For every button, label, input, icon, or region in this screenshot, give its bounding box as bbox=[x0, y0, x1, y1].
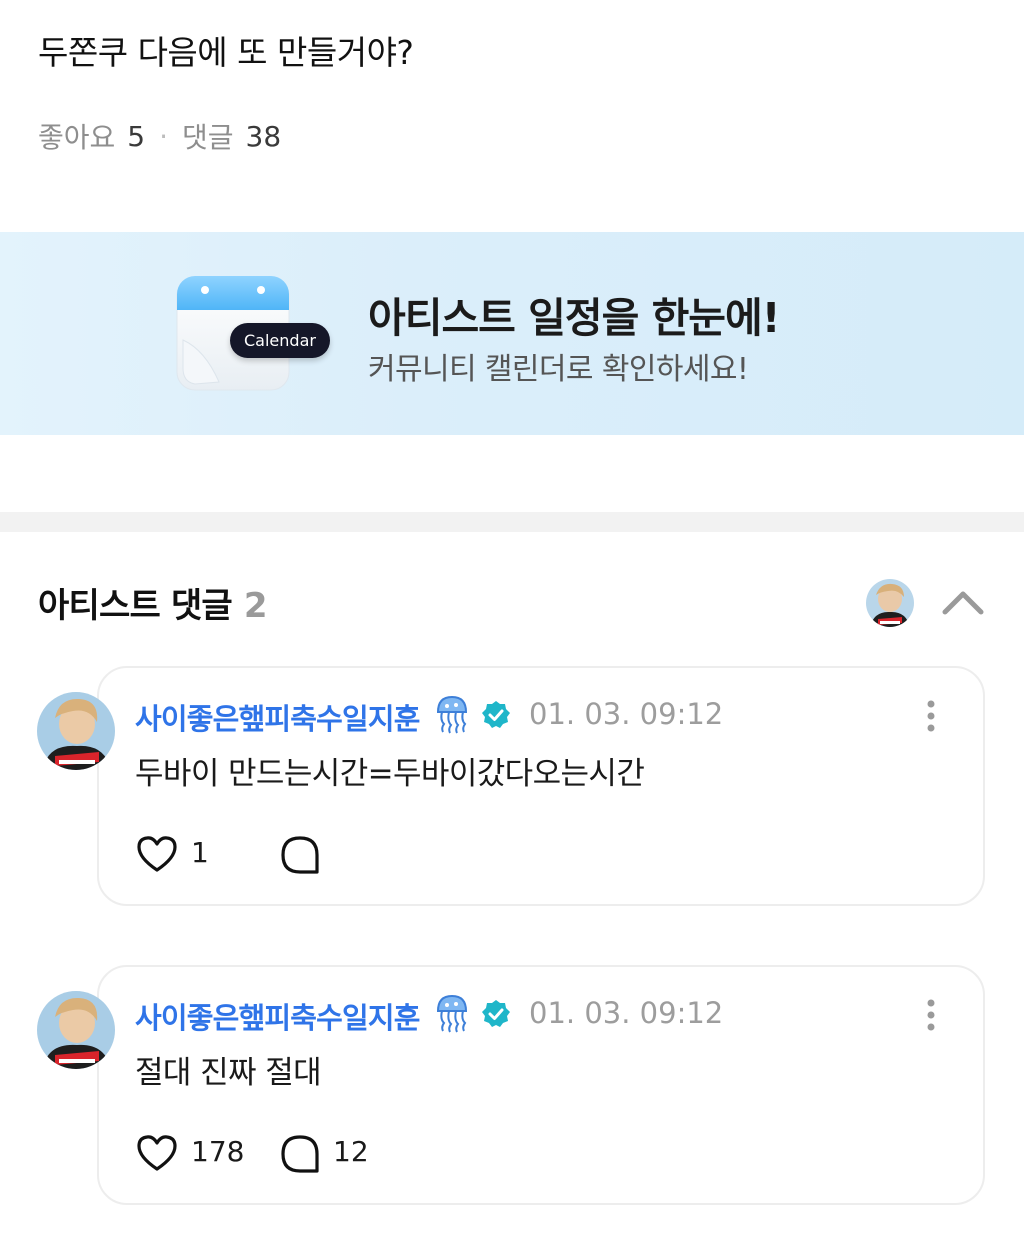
avatar-image bbox=[866, 579, 914, 627]
comment-card: 사이좋은햎피축수일지훈 01. 03. 09:12 절대 진짜 절대 178 1… bbox=[97, 965, 985, 1205]
artist-comments-title: 아티스트 댓글 bbox=[38, 586, 233, 626]
comment-author[interactable]: 사이좋은햎피축수일지훈 bbox=[135, 995, 420, 1037]
comment-body: 절대 진짜 절대 bbox=[135, 1055, 322, 1091]
comment-timestamp: 01. 03. 09:12 bbox=[529, 996, 724, 1030]
post-stats: 좋아요 5 · 댓글 38 bbox=[38, 116, 281, 156]
heart-icon[interactable] bbox=[135, 834, 179, 874]
reply-icon[interactable] bbox=[279, 834, 321, 876]
comment-author[interactable]: 사이좋은햎피축수일지훈 bbox=[135, 696, 420, 738]
comment-avatar[interactable] bbox=[37, 692, 115, 770]
more-options-icon[interactable] bbox=[919, 696, 943, 736]
chevron-up-icon[interactable] bbox=[939, 584, 987, 620]
jellyfish-icon bbox=[436, 994, 468, 1033]
like-count: 178 bbox=[191, 1135, 245, 1168]
verified-badge-icon bbox=[482, 701, 510, 728]
comment-avatar[interactable] bbox=[37, 991, 115, 1069]
artist-comments-count: 2 bbox=[243, 586, 268, 626]
banner-title: 아티스트 일정을 한눈에! bbox=[368, 294, 780, 342]
avatar-image bbox=[37, 692, 115, 770]
reply-icon[interactable] bbox=[279, 1133, 321, 1175]
avatar-image bbox=[37, 991, 115, 1069]
section-divider bbox=[0, 512, 1024, 532]
heart-icon[interactable] bbox=[135, 1133, 179, 1173]
likes-count[interactable]: 5 bbox=[127, 120, 145, 153]
more-options-icon[interactable] bbox=[919, 995, 943, 1035]
calendar-pill: Calendar bbox=[230, 323, 330, 358]
artist-comments-header: 아티스트 댓글 2 bbox=[38, 578, 268, 627]
calendar-banner[interactable]: Calendar 아티스트 일정을 한눈에! 커뮤니티 캘린더로 확인하세요! bbox=[0, 232, 1024, 435]
likes-label[interactable]: 좋아요 bbox=[38, 116, 115, 156]
banner-subtitle: 커뮤니티 캘린더로 확인하세요! bbox=[368, 352, 749, 387]
reply-count: 12 bbox=[333, 1135, 369, 1168]
comment-card: 사이좋은햎피축수일지훈 01. 03. 09:12 두바이 만드는시간=두바이갔… bbox=[97, 666, 985, 906]
comment-timestamp: 01. 03. 09:12 bbox=[529, 697, 724, 731]
like-count: 1 bbox=[191, 836, 209, 869]
jellyfish-icon bbox=[436, 695, 468, 734]
comment-body: 두바이 만드는시간=두바이갔다오는시간 bbox=[135, 756, 645, 792]
separator-dot: · bbox=[159, 119, 169, 153]
verified-badge-icon bbox=[482, 1000, 510, 1027]
post-text: 두쫀쿠 다음에 또 만들거야? bbox=[38, 33, 414, 72]
comments-label[interactable]: 댓글 bbox=[182, 116, 234, 156]
comments-count[interactable]: 38 bbox=[246, 120, 282, 153]
artist-avatar[interactable] bbox=[866, 579, 914, 627]
